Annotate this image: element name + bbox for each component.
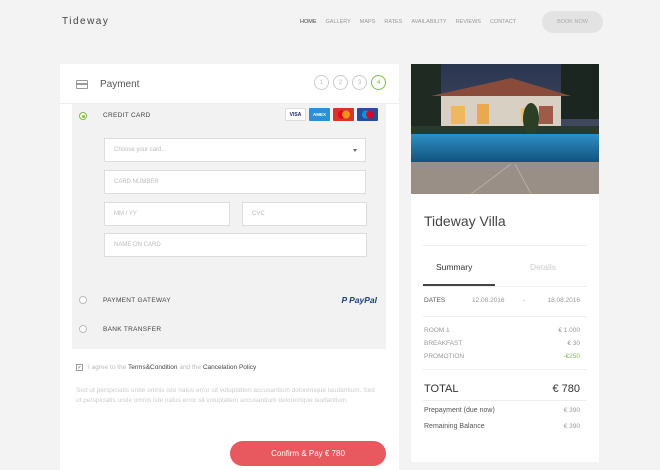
terms-prefix: I agree to the bbox=[88, 364, 127, 371]
terms-link[interactable]: Terms&Condition bbox=[128, 364, 178, 371]
chevron-down-icon bbox=[353, 149, 357, 152]
step-4[interactable]: 4 bbox=[371, 75, 386, 90]
visa-logo: VISA bbox=[285, 108, 306, 121]
nav-reviews[interactable]: REVIEWS bbox=[456, 19, 481, 25]
card-number-field[interactable]: CARD NUMBER bbox=[104, 170, 366, 194]
credit-card-radio[interactable] bbox=[79, 112, 87, 120]
payment-panel: Payment 1 2 3 4 CREDIT CARD VISA AMEX Ch… bbox=[60, 64, 399, 470]
name-on-card-placeholder: NAME ON CARD bbox=[114, 242, 161, 248]
cvc-placeholder: CVC bbox=[252, 211, 265, 217]
payment-gateway-radio[interactable] bbox=[79, 296, 87, 304]
name-on-card-field[interactable]: NAME ON CARD bbox=[104, 233, 367, 257]
terms-checkbox[interactable]: ✓ bbox=[76, 364, 83, 371]
prepayment-label: Prepayment (due now) bbox=[424, 407, 495, 414]
line-item-value: € 30 bbox=[567, 340, 580, 347]
payment-gateway-label: PAYMENT GATEWAY bbox=[103, 297, 171, 304]
nav-maps[interactable]: MAPS bbox=[360, 19, 376, 25]
cancelation-policy-link[interactable]: Cancelation Policy bbox=[203, 364, 256, 371]
bank-transfer-radio[interactable] bbox=[79, 325, 87, 333]
nav-home[interactable]: HOME bbox=[300, 19, 317, 25]
card-number-placeholder: CARD NUMBER bbox=[114, 179, 159, 185]
card-logos: VISA AMEX bbox=[285, 108, 378, 121]
tab-details[interactable]: Details bbox=[530, 262, 556, 272]
mastercard-logo bbox=[333, 108, 354, 121]
confirm-pay-button[interactable]: Confirm & Pay € 780 bbox=[230, 441, 386, 466]
terms-text: I agree to the Terms&Condition and the C… bbox=[88, 364, 256, 371]
total-label: TOTAL bbox=[424, 383, 459, 395]
date-to: 18.08.2016 bbox=[547, 297, 580, 304]
card-type-select-placeholder: Choose your card... bbox=[114, 147, 167, 153]
nav-contact[interactable]: CONTACT bbox=[490, 19, 516, 25]
amex-logo: AMEX bbox=[309, 108, 330, 121]
book-now-button[interactable]: BOOK NOW bbox=[542, 11, 603, 33]
date-from: 12.08.2016 bbox=[472, 297, 505, 304]
step-2[interactable]: 2 bbox=[333, 75, 348, 90]
nav-gallery[interactable]: GALLERY bbox=[326, 19, 351, 25]
credit-card-label: CREDIT CARD bbox=[103, 112, 151, 119]
line-item-value: € 1.000 bbox=[558, 327, 580, 334]
credit-card-section: CREDIT CARD VISA AMEX Choose your card..… bbox=[72, 104, 386, 349]
dates-label: DATES bbox=[424, 297, 446, 304]
divider bbox=[423, 400, 587, 401]
villa-name: Tideway Villa bbox=[424, 213, 506, 229]
terms-middle: and the bbox=[179, 364, 202, 371]
prepayment-value: € 390 bbox=[563, 407, 580, 414]
card-type-select[interactable]: Choose your card... bbox=[104, 138, 366, 162]
summary-panel: Tideway Villa Summary Details DATES 12.0… bbox=[411, 64, 599, 462]
payment-title: Payment bbox=[100, 79, 140, 90]
line-item-label: PROMOTION bbox=[424, 353, 465, 360]
disclaimer-text: Sed ut perspiciatis unde omnis iste natu… bbox=[76, 387, 375, 404]
brand-logo[interactable]: Tideway bbox=[62, 16, 109, 27]
divider bbox=[423, 286, 587, 287]
step-1[interactable]: 1 bbox=[314, 75, 329, 90]
remaining-value: € 390 bbox=[563, 423, 580, 430]
divider bbox=[423, 316, 587, 317]
divider bbox=[423, 245, 587, 246]
line-item-label: ROOM 1 bbox=[424, 327, 450, 334]
main-nav: HOME GALLERY MAPS RATES AVAILABILITY REV… bbox=[300, 19, 516, 25]
total-value: € 780 bbox=[552, 383, 580, 395]
tab-summary[interactable]: Summary bbox=[436, 262, 472, 272]
maestro-logo bbox=[357, 108, 378, 121]
payment-header: Payment 1 2 3 4 bbox=[60, 64, 399, 104]
nav-rates[interactable]: RATES bbox=[384, 19, 402, 25]
promotion-value: -€250 bbox=[563, 353, 580, 360]
step-3[interactable]: 3 bbox=[352, 75, 367, 90]
nav-availability[interactable]: AVAILABILITY bbox=[411, 19, 446, 25]
divider bbox=[423, 369, 587, 370]
step-indicator: 1 2 3 4 bbox=[314, 75, 386, 90]
remaining-label: Remaining Balance bbox=[424, 423, 485, 430]
villa-photo bbox=[411, 64, 599, 194]
expiry-placeholder: MM / YY bbox=[114, 211, 137, 217]
line-item-label: BREAKFAST bbox=[424, 340, 463, 347]
bank-transfer-label: BANK TRANSFER bbox=[103, 326, 162, 333]
date-separator: - bbox=[523, 297, 526, 304]
bank-transfer-row: BANK TRANSFER bbox=[72, 317, 386, 341]
credit-card-icon bbox=[76, 80, 88, 89]
cvc-field[interactable]: CVC bbox=[242, 202, 367, 226]
expiry-field[interactable]: MM / YY bbox=[104, 202, 230, 226]
paypal-logo: P PayPal bbox=[341, 295, 377, 305]
paypal-logo-text: PayPal bbox=[349, 295, 377, 305]
